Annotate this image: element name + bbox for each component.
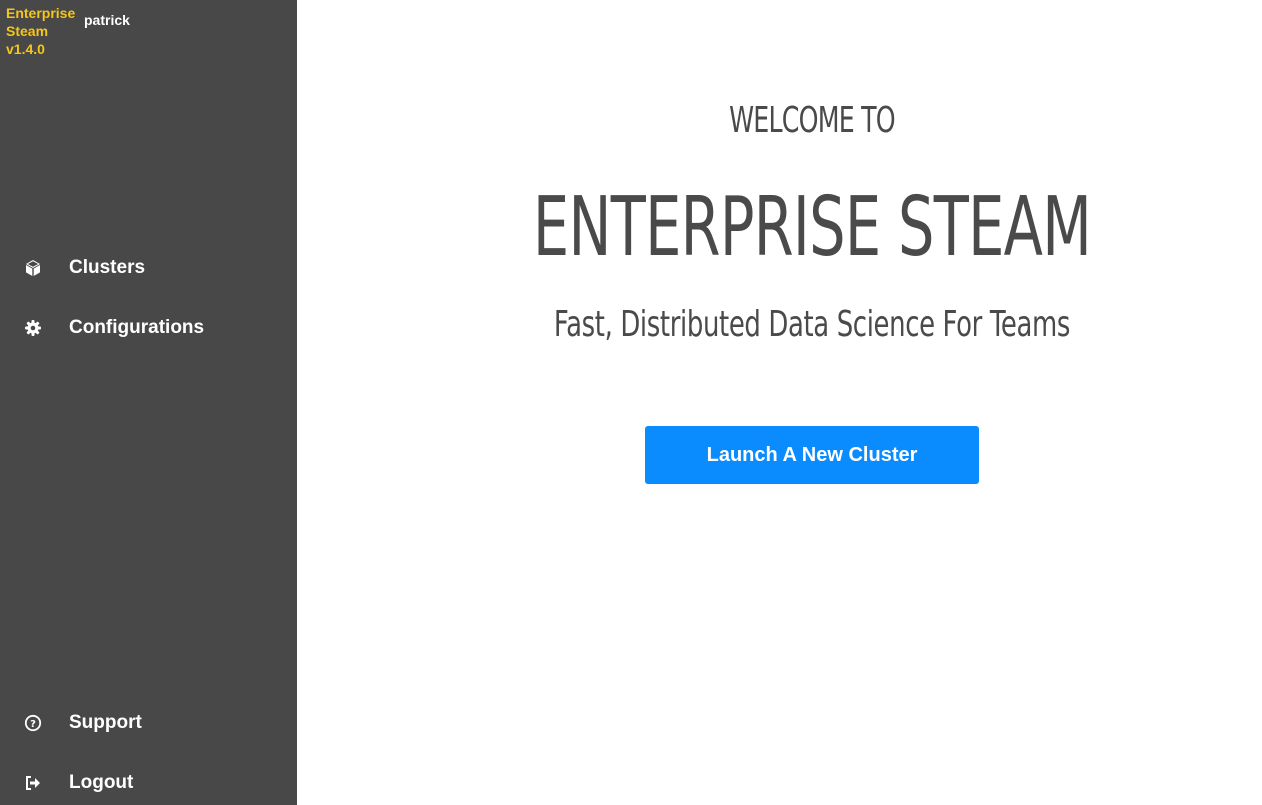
sidebar-item-clusters[interactable]: Clusters xyxy=(0,248,297,288)
launch-cluster-button[interactable]: Launch A New Cluster xyxy=(645,426,979,484)
brand-line-1: Enterprise xyxy=(6,5,76,21)
sidebar-item-label: Support xyxy=(69,712,142,733)
question-circle-icon: ? xyxy=(24,714,42,732)
sidebar-item-logout[interactable]: Logout xyxy=(0,763,297,803)
app-brand[interactable]: Enterprise Steam v1.4.0 xyxy=(6,4,78,58)
sidebar-item-configurations[interactable]: Configurations xyxy=(0,308,297,348)
brand-line-2: Steam xyxy=(6,23,49,39)
sidebar-item-label: Configurations xyxy=(69,317,205,338)
gear-icon xyxy=(24,319,42,337)
sidebar-item-support[interactable]: ? Support xyxy=(0,703,297,743)
sidebar-item-label: Clusters xyxy=(69,257,146,278)
welcome-heading: WELCOME TO xyxy=(729,100,896,141)
username[interactable]: patrick xyxy=(84,12,130,28)
sign-out-icon xyxy=(24,774,42,792)
tagline: Fast, Distributed Data Science For Teams xyxy=(553,304,1071,345)
svg-text:?: ? xyxy=(30,719,36,730)
sidebar-item-label: Logout xyxy=(69,772,134,793)
main-content: WELCOME TO ENTERPRISE STEAM Fast, Distri… xyxy=(297,0,1262,805)
sidebar: Enterprise Steam v1.4.0 patrick Clusters xyxy=(0,0,297,805)
cube-icon xyxy=(24,259,42,277)
page-title: ENTERPRISE STEAM xyxy=(532,180,1092,275)
app-version: v1.4.0 xyxy=(6,41,45,57)
